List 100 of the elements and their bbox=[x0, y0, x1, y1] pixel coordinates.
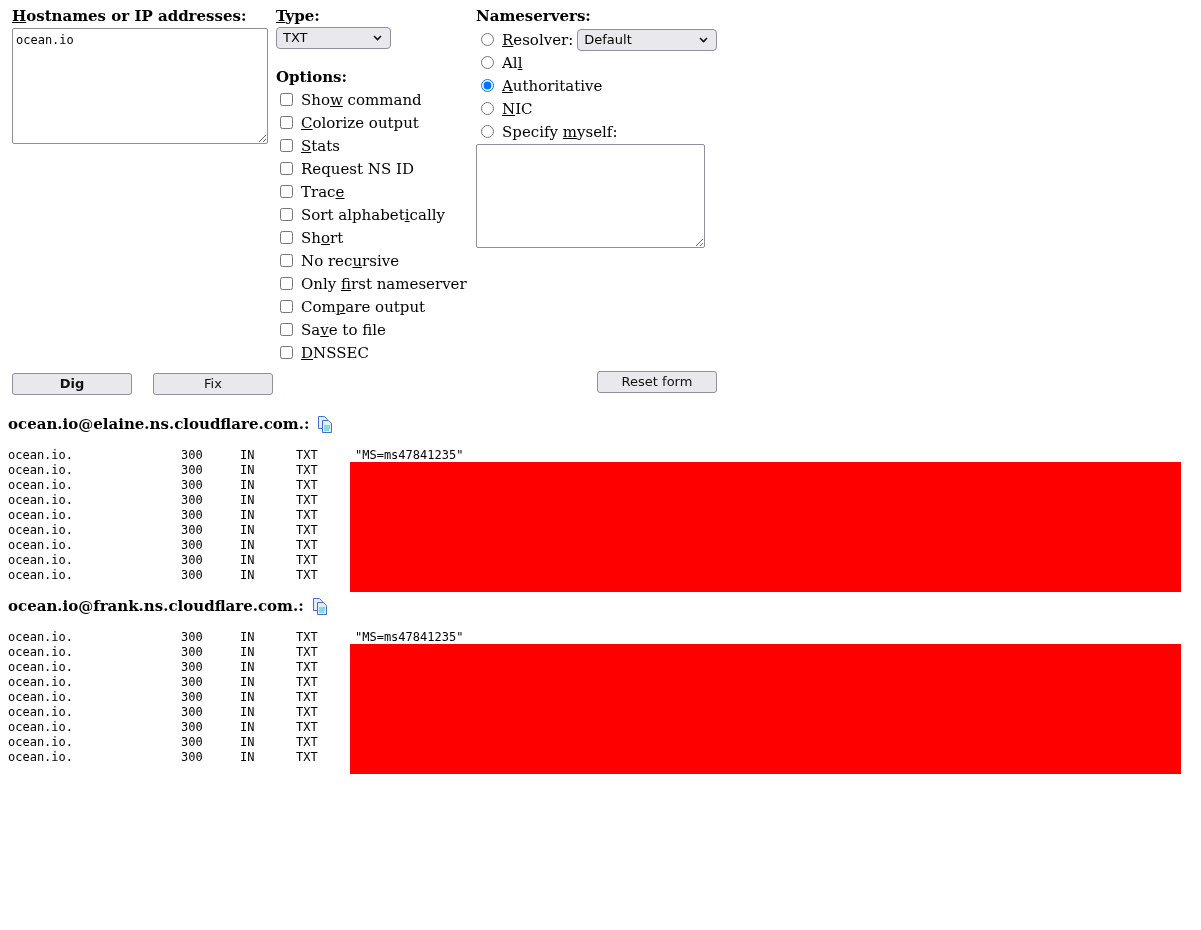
result-heading: ocean.io@elaine.ns.cloudflare.com.: bbox=[8, 414, 310, 434]
radio-button[interactable] bbox=[481, 125, 494, 138]
record-class: IN bbox=[240, 493, 256, 508]
checkbox[interactable] bbox=[280, 208, 293, 221]
checkbox[interactable] bbox=[280, 116, 293, 129]
record-type: TXT bbox=[296, 553, 319, 568]
record-data: "MS=ms47841235" bbox=[355, 448, 464, 463]
nameserver-label: NIC bbox=[502, 98, 533, 119]
record-class: IN bbox=[240, 735, 256, 750]
record-type: TXT bbox=[296, 630, 319, 645]
record-type: TXT bbox=[296, 493, 319, 508]
record-ttl: 300 bbox=[181, 478, 204, 493]
checkbox[interactable] bbox=[280, 346, 293, 359]
nameserver-label: Authoritative bbox=[502, 75, 603, 96]
record-name: ocean.io. bbox=[8, 705, 75, 720]
checkbox[interactable] bbox=[280, 162, 293, 175]
checkbox[interactable] bbox=[280, 231, 293, 244]
record-type: TXT bbox=[296, 538, 319, 553]
option-label: Save to file bbox=[301, 319, 386, 340]
checkbox[interactable] bbox=[280, 277, 293, 290]
checkbox[interactable] bbox=[280, 323, 293, 336]
option-label: Request NS ID bbox=[301, 158, 414, 179]
copy-icon[interactable] bbox=[311, 597, 328, 615]
chevron-down-icon bbox=[699, 36, 709, 43]
hostnames-field[interactable]: ocean.io bbox=[12, 28, 268, 144]
record-class: IN bbox=[240, 630, 256, 645]
record-ttl: 300 bbox=[181, 630, 204, 645]
type-label: Type: bbox=[276, 6, 320, 26]
record-ttl: 300 bbox=[181, 448, 204, 463]
record-name: ocean.io. bbox=[8, 523, 75, 538]
action-button[interactable]: Fix bbox=[153, 373, 273, 395]
record-type: TXT bbox=[296, 448, 319, 463]
record-ttl: 300 bbox=[181, 750, 204, 765]
record-ttl: 300 bbox=[181, 675, 204, 690]
record-type: TXT bbox=[296, 523, 319, 538]
record-class: IN bbox=[240, 720, 256, 735]
nameservers-label: Nameservers: bbox=[476, 6, 591, 26]
resolver-select[interactable]: Default bbox=[577, 28, 718, 51]
option-label: Short bbox=[301, 227, 344, 248]
record-type: TXT bbox=[296, 645, 319, 660]
record-name: ocean.io. bbox=[8, 690, 75, 705]
record-name: ocean.io. bbox=[8, 568, 75, 583]
radio-button[interactable] bbox=[481, 102, 494, 115]
record-data: "MS=ms47841235" bbox=[355, 630, 464, 645]
record-class: IN bbox=[240, 463, 256, 478]
type-select[interactable]: TXT bbox=[276, 27, 391, 49]
record-ttl: 300 bbox=[181, 463, 204, 478]
record-name: ocean.io. bbox=[8, 630, 75, 645]
record-ttl: 300 bbox=[181, 660, 204, 675]
radio-button[interactable] bbox=[481, 79, 494, 92]
copy-icon[interactable] bbox=[317, 415, 334, 433]
record-type: TXT bbox=[296, 720, 319, 735]
record-name: ocean.io. bbox=[8, 675, 75, 690]
record-type: TXT bbox=[296, 735, 319, 750]
record-name: ocean.io. bbox=[8, 493, 75, 508]
record-type: TXT bbox=[296, 660, 319, 675]
record-ttl: 300 bbox=[181, 508, 204, 523]
checkbox[interactable] bbox=[280, 139, 293, 152]
record-type: TXT bbox=[296, 675, 319, 690]
record-name: ocean.io. bbox=[8, 508, 75, 523]
reset-button[interactable]: Reset form bbox=[597, 371, 717, 393]
option-label: Trace bbox=[301, 181, 345, 202]
record-ttl: 300 bbox=[181, 720, 204, 735]
record-class: IN bbox=[240, 690, 256, 705]
record-type: TXT bbox=[296, 690, 319, 705]
nameserver-field[interactable] bbox=[476, 144, 705, 248]
nameserver-label: Specify myself: bbox=[502, 121, 618, 142]
record-name: ocean.io. bbox=[8, 660, 75, 675]
record-class: IN bbox=[240, 448, 256, 463]
hostnames-label: Hostnames or IP addresses: bbox=[12, 6, 247, 26]
record-name: ocean.io. bbox=[8, 553, 75, 568]
option-label: Stats bbox=[301, 135, 340, 156]
nameserver-label: All bbox=[502, 52, 523, 73]
checkbox[interactable] bbox=[280, 254, 293, 267]
option-label: Colorize output bbox=[301, 112, 419, 133]
record-ttl: 300 bbox=[181, 538, 204, 553]
record-name: ocean.io. bbox=[8, 538, 75, 553]
nameserver-label: Resolver: bbox=[502, 29, 574, 50]
checkbox[interactable] bbox=[280, 185, 293, 198]
record-ttl: 300 bbox=[181, 568, 204, 583]
option-label: Show command bbox=[301, 89, 422, 110]
submit-button[interactable]: Dig bbox=[12, 373, 132, 395]
record-type: TXT bbox=[296, 750, 319, 765]
record-class: IN bbox=[240, 750, 256, 765]
record-type: TXT bbox=[296, 508, 319, 523]
checkbox[interactable] bbox=[280, 300, 293, 313]
record-class: IN bbox=[240, 553, 256, 568]
record-name: ocean.io. bbox=[8, 448, 75, 463]
radio-button[interactable] bbox=[481, 33, 494, 46]
option-label: No recursive bbox=[301, 250, 400, 271]
record-ttl: 300 bbox=[181, 705, 204, 720]
record-class: IN bbox=[240, 568, 256, 583]
checkbox[interactable] bbox=[280, 93, 293, 106]
options-label: Options: bbox=[276, 67, 348, 87]
radio-button[interactable] bbox=[481, 56, 494, 69]
record-name: ocean.io. bbox=[8, 750, 75, 765]
record-type: TXT bbox=[296, 478, 319, 493]
record-class: IN bbox=[240, 478, 256, 493]
record-name: ocean.io. bbox=[8, 645, 75, 660]
record-class: IN bbox=[240, 523, 256, 538]
